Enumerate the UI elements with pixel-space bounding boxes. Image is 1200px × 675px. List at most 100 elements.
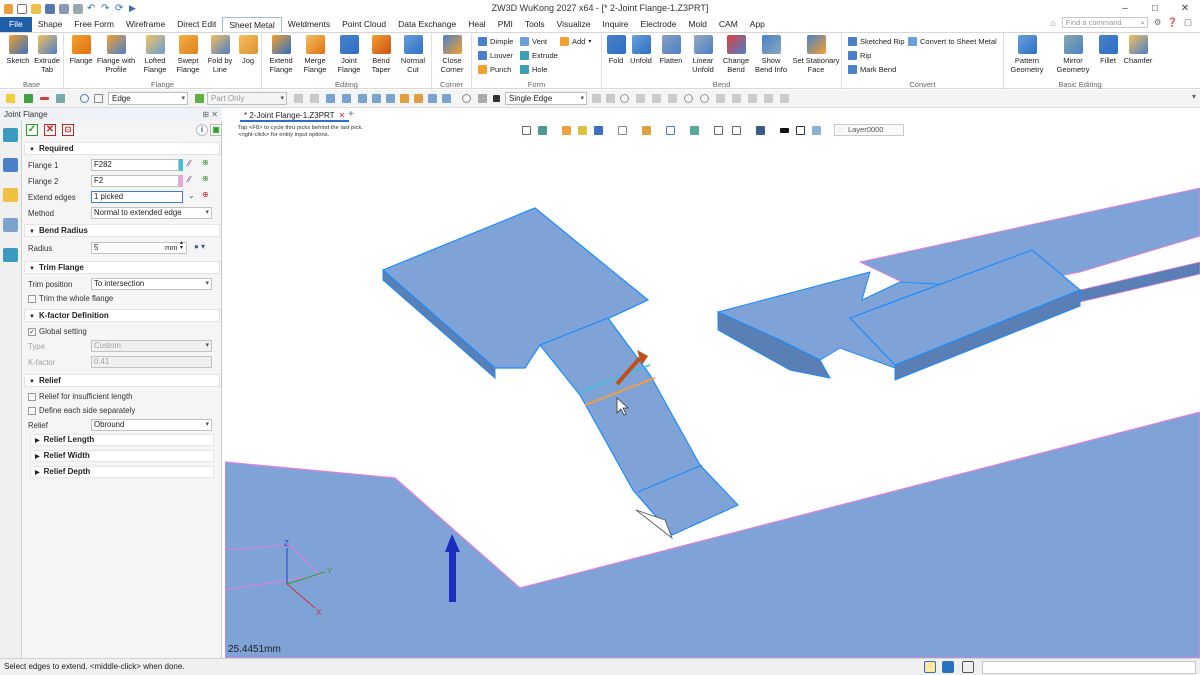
apply-button[interactable]: ⊡: [62, 124, 74, 136]
mark-bend-button[interactable]: Mark Bend: [848, 65, 896, 74]
frame-icon[interactable]: [796, 126, 805, 135]
preview-icon[interactable]: ▣: [210, 124, 222, 136]
flatten-button[interactable]: Flatten: [656, 35, 686, 65]
menu-direct-edit[interactable]: Direct Edit: [171, 17, 222, 32]
monitor-icon[interactable]: [756, 126, 765, 135]
subsection-relief-width[interactable]: ▶ Relief Width: [30, 450, 214, 462]
add-icon[interactable]: [24, 94, 33, 103]
show-bend-info-button[interactable]: Show Bend Info: [752, 35, 790, 74]
method-select[interactable]: Normal to extended edge: [91, 207, 212, 219]
fold-button[interactable]: Fold: [604, 35, 628, 65]
vent-button[interactable]: Vent: [520, 37, 547, 46]
wireframe-icon[interactable]: [618, 126, 627, 135]
menu-inquire[interactable]: Inquire: [597, 17, 635, 32]
menu-sheet-metal[interactable]: Sheet Metal: [222, 17, 282, 33]
unfold-button[interactable]: Unfold: [628, 35, 654, 65]
fit-view-icon[interactable]: [522, 126, 531, 135]
radius-options-icon[interactable]: ● ▾: [194, 242, 205, 251]
section-relief[interactable]: ▼ Relief: [24, 374, 220, 387]
trim-position-select[interactable]: To intersection: [91, 278, 212, 290]
menu-file[interactable]: File: [0, 17, 32, 32]
info-icon[interactable]: i: [196, 124, 208, 136]
radius-spinner-icon[interactable]: ▴ ▾: [180, 240, 183, 251]
pattern-geometry-button[interactable]: Pattern Geometry: [1006, 35, 1048, 74]
layer-manager-icon[interactable]: [3, 218, 18, 232]
home-icon[interactable]: ⌂: [1050, 18, 1055, 28]
render-mode-icon[interactable]: [594, 126, 603, 135]
history-manager-icon[interactable]: [3, 128, 18, 142]
filter-select[interactable]: Edge: [108, 92, 188, 105]
ok-button[interactable]: ✓: [26, 124, 38, 136]
define-each-checkbox[interactable]: Define each side separately: [28, 406, 135, 415]
close-tab-icon[interactable]: ✕: [339, 111, 346, 120]
orient-view-icon[interactable]: [538, 126, 547, 135]
ref-plane-icon[interactable]: [578, 126, 587, 135]
add-dropdown-icon[interactable]: ▾: [588, 38, 591, 45]
menu-data-exchange[interactable]: Data Exchange: [392, 17, 462, 32]
subsection-relief-depth[interactable]: ▶ Relief Depth: [30, 466, 214, 478]
menu-app[interactable]: App: [744, 17, 771, 32]
snap-m-icon[interactable]: [780, 94, 789, 103]
checkbox-box[interactable]: [28, 406, 36, 415]
snap-a-icon[interactable]: [592, 94, 601, 103]
flange1-target-icon[interactable]: ⊕: [202, 158, 209, 167]
extrude-button[interactable]: Extrude: [520, 51, 558, 60]
black-box-icon[interactable]: [780, 128, 789, 133]
snap-l-icon[interactable]: [764, 94, 773, 103]
shade-icon[interactable]: [400, 94, 409, 103]
align-view-icon[interactable]: [732, 126, 741, 135]
snap-g-icon[interactable]: [684, 94, 693, 103]
flange2-target-icon[interactable]: ⊕: [202, 174, 209, 183]
snap-h-icon[interactable]: [700, 94, 709, 103]
extend-edges-expand-icon[interactable]: ⌄: [188, 191, 195, 200]
snap-k-icon[interactable]: [748, 94, 757, 103]
joint-flange-button[interactable]: Joint Flange: [332, 35, 366, 74]
convert-sheet-metal-button[interactable]: Convert to Sheet Metal: [908, 37, 997, 46]
flange1-pick-icon[interactable]: ⁄⁄: [188, 159, 191, 168]
base-plate[interactable]: [225, 411, 1200, 658]
status-input-field[interactable]: [982, 661, 1196, 674]
cancel-button[interactable]: ✕: [44, 124, 56, 136]
document-tab[interactable]: * 2-Joint Flange-1.Z3PRT ✕: [240, 110, 350, 122]
assembly-manager-icon[interactable]: [3, 158, 18, 172]
view-b-icon[interactable]: [428, 94, 437, 103]
menu-heal[interactable]: Heal: [462, 17, 491, 32]
user-manager-icon[interactable]: [3, 248, 18, 262]
right-strip-lower[interactable]: [1079, 261, 1200, 303]
normal-cut-button[interactable]: Normal Cut: [396, 35, 430, 74]
status-layout-icon[interactable]: [962, 661, 974, 673]
section-bend-radius[interactable]: ▼ Bend Radius: [24, 224, 220, 237]
fillet-button[interactable]: Fillet: [1096, 35, 1120, 65]
extend-edges-target-icon[interactable]: ⊕: [202, 190, 209, 199]
snap-d-icon[interactable]: [636, 94, 645, 103]
checkbox-box[interactable]: ✓: [28, 327, 36, 336]
snap-j-icon[interactable]: [732, 94, 741, 103]
status-monitor-icon[interactable]: [942, 661, 954, 673]
filter-icon[interactable]: [56, 94, 65, 103]
stop-icon[interactable]: [493, 95, 500, 102]
chamfer-button[interactable]: Chamfer: [1122, 35, 1154, 65]
graphics-viewport[interactable]: Z Y X: [225, 108, 1200, 658]
align-left-icon[interactable]: [326, 94, 335, 103]
align-top-icon[interactable]: [372, 94, 381, 103]
align-center-icon[interactable]: [342, 94, 351, 103]
panel-close-icon[interactable]: ⊞ ✕: [202, 108, 218, 121]
set-stationary-face-button[interactable]: Set Stationary Face: [792, 35, 840, 74]
relief-select[interactable]: Obround: [91, 419, 212, 431]
pick-arrow-icon[interactable]: [6, 94, 15, 103]
swept-flange-button[interactable]: Swept Flange: [172, 35, 204, 74]
maximize-icon[interactable]: □: [1140, 0, 1170, 17]
menu-free-form[interactable]: Free Form: [68, 17, 120, 32]
trim-whole-checkbox[interactable]: Trim the whole flange: [28, 294, 113, 303]
section-view-icon[interactable]: [562, 126, 571, 135]
close-icon[interactable]: ✕: [1170, 0, 1200, 17]
history-icon[interactable]: [462, 94, 471, 103]
punch-button[interactable]: Punch: [478, 65, 511, 74]
layer-select[interactable]: Layer0000: [834, 124, 904, 136]
flange-with-profile-button[interactable]: Flange with Profile: [96, 35, 136, 74]
lofted-flange-button[interactable]: Lofted Flange: [138, 35, 172, 74]
kfactor-field[interactable]: 0.41: [91, 356, 212, 368]
merge-flange-button[interactable]: Merge Flange: [298, 35, 332, 74]
rip-button[interactable]: Rip: [848, 51, 871, 60]
grid-icon[interactable]: [666, 126, 675, 135]
